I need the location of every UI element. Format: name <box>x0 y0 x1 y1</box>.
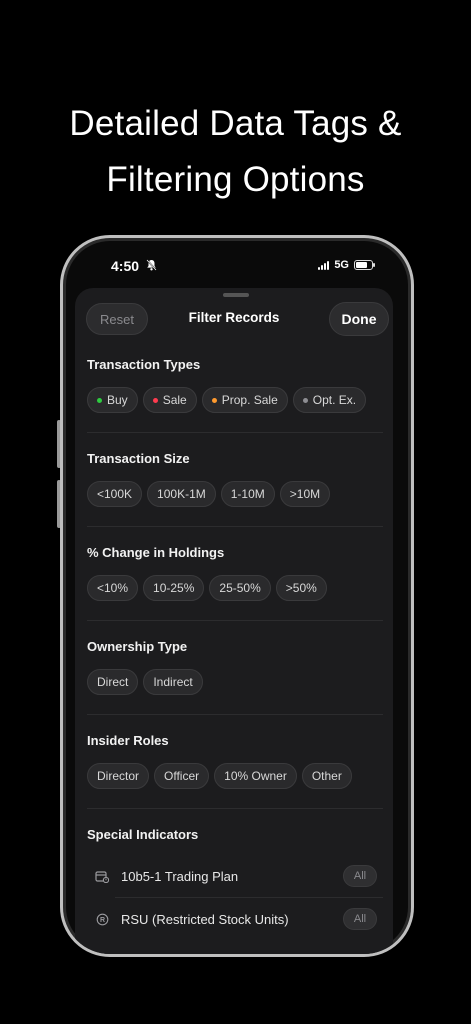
chip-label: Opt. Ex. <box>312 393 357 407</box>
divider <box>87 526 383 527</box>
status-bar: 4:50 5G <box>63 238 411 292</box>
chip-officer[interactable]: Officer <box>154 763 210 789</box>
section-title: Transaction Size <box>87 451 190 466</box>
gray-dot-icon <box>302 397 308 403</box>
chip-size-1-10m[interactable]: 1-10M <box>220 481 275 507</box>
chip-size-100k-1m[interactable]: 100K-1M <box>147 481 216 507</box>
divider <box>115 897 383 898</box>
chip-group: Buy Sale Prop. Sale Opt. Ex. <box>87 387 383 413</box>
divider <box>87 714 383 715</box>
status-indicators: 5G <box>318 259 375 271</box>
chip-size-gt-10m[interactable]: >10M <box>279 481 331 507</box>
section-insider-roles: Insider Roles Director Officer 10% Owner… <box>87 732 383 789</box>
headline: Detailed Data Tags & Filtering Options <box>0 96 471 208</box>
chip-change-10-25[interactable]: 10-25% <box>143 575 205 601</box>
chip-group: Direct Indirect <box>87 669 383 695</box>
headline-line-1: Detailed Data Tags & <box>69 104 402 143</box>
chip-director[interactable]: Director <box>87 763 150 789</box>
chip-10pct-owner[interactable]: 10% Owner <box>214 763 297 789</box>
sheet-header: Reset Filter Records Done <box>75 288 393 348</box>
divider <box>87 432 383 433</box>
indicator-row-10b5-1[interactable]: 10b5-1 Trading Plan All <box>87 858 377 894</box>
indicator-row-rsu[interactable]: R RSU (Restricted Stock Units) All <box>87 901 377 937</box>
status-time: 4:50 <box>111 258 140 274</box>
chip-buy[interactable]: Buy <box>87 387 138 413</box>
chip-label: Sale <box>162 393 187 407</box>
indicator-label: RSU (Restricted Stock Units) <box>121 911 289 927</box>
chip-prop-sale[interactable]: Prop. Sale <box>201 387 288 413</box>
chip-group: <100K 100K-1M 1-10M >10M <box>87 481 383 507</box>
all-badge[interactable]: All <box>343 865 377 887</box>
section-ownership-type: Ownership Type Direct Indirect <box>87 638 383 695</box>
battery-icon <box>354 260 375 270</box>
chip-indirect[interactable]: Indirect <box>143 669 203 695</box>
chip-change-lt-10[interactable]: <10% <box>87 575 139 601</box>
divider <box>87 808 383 809</box>
section-title: Insider Roles <box>87 733 169 748</box>
section-transaction-types: Transaction Types Buy Sale Prop. Sale Op… <box>87 356 383 413</box>
section-title: Ownership Type <box>87 639 188 654</box>
chip-label: Buy <box>107 393 128 407</box>
green-dot-icon <box>97 397 102 403</box>
section-title: % Change in Holdings <box>87 545 225 560</box>
chip-group: Director Officer 10% Owner Other <box>87 763 383 789</box>
section-title: Special Indicators <box>87 827 199 842</box>
registered-icon: R <box>89 913 115 926</box>
all-badge[interactable]: All <box>343 908 377 930</box>
orange-dot-icon <box>211 397 217 403</box>
cell-signal-icon <box>318 260 330 270</box>
chip-sale[interactable]: Sale <box>142 387 197 413</box>
divider <box>87 620 383 621</box>
section-title: Transaction Types <box>87 357 201 372</box>
indicator-label: 10b5-1 Trading Plan <box>121 868 239 884</box>
svg-text:R: R <box>99 917 104 924</box>
filter-sheet: Reset Filter Records Done Transaction Ty… <box>75 288 393 954</box>
chip-direct[interactable]: Direct <box>87 669 139 695</box>
chip-size-lt-100k[interactable]: <100K <box>87 481 143 507</box>
phone-frame: 4:50 5G Reset Filter Records Done Transa… <box>60 235 414 957</box>
chip-change-gt-50[interactable]: >50% <box>275 575 327 601</box>
network-type: 5G <box>334 259 349 271</box>
red-dot-icon <box>152 397 158 403</box>
chip-opt-ex[interactable]: Opt. Ex. <box>292 387 367 413</box>
calendar-plan-icon <box>89 870 115 883</box>
headline-line-2: Filtering Options <box>106 160 365 199</box>
chip-other[interactable]: Other <box>301 763 352 789</box>
chip-change-25-50[interactable]: 25-50% <box>209 575 271 601</box>
chip-group: <10% 10-25% 25-50% >50% <box>87 575 383 601</box>
section-pct-change: % Change in Holdings <10% 10-25% 25-50% … <box>87 544 383 601</box>
section-transaction-size: Transaction Size <100K 100K-1M 1-10M >10… <box>87 450 383 507</box>
bell-muted-icon <box>146 259 157 274</box>
app-store-screenshot: Detailed Data Tags & Filtering Options 4… <box>0 0 471 1024</box>
done-button[interactable]: Done <box>329 302 389 336</box>
chip-label: Prop. Sale <box>221 393 278 407</box>
section-special-indicators: Special Indicators <box>87 826 383 844</box>
